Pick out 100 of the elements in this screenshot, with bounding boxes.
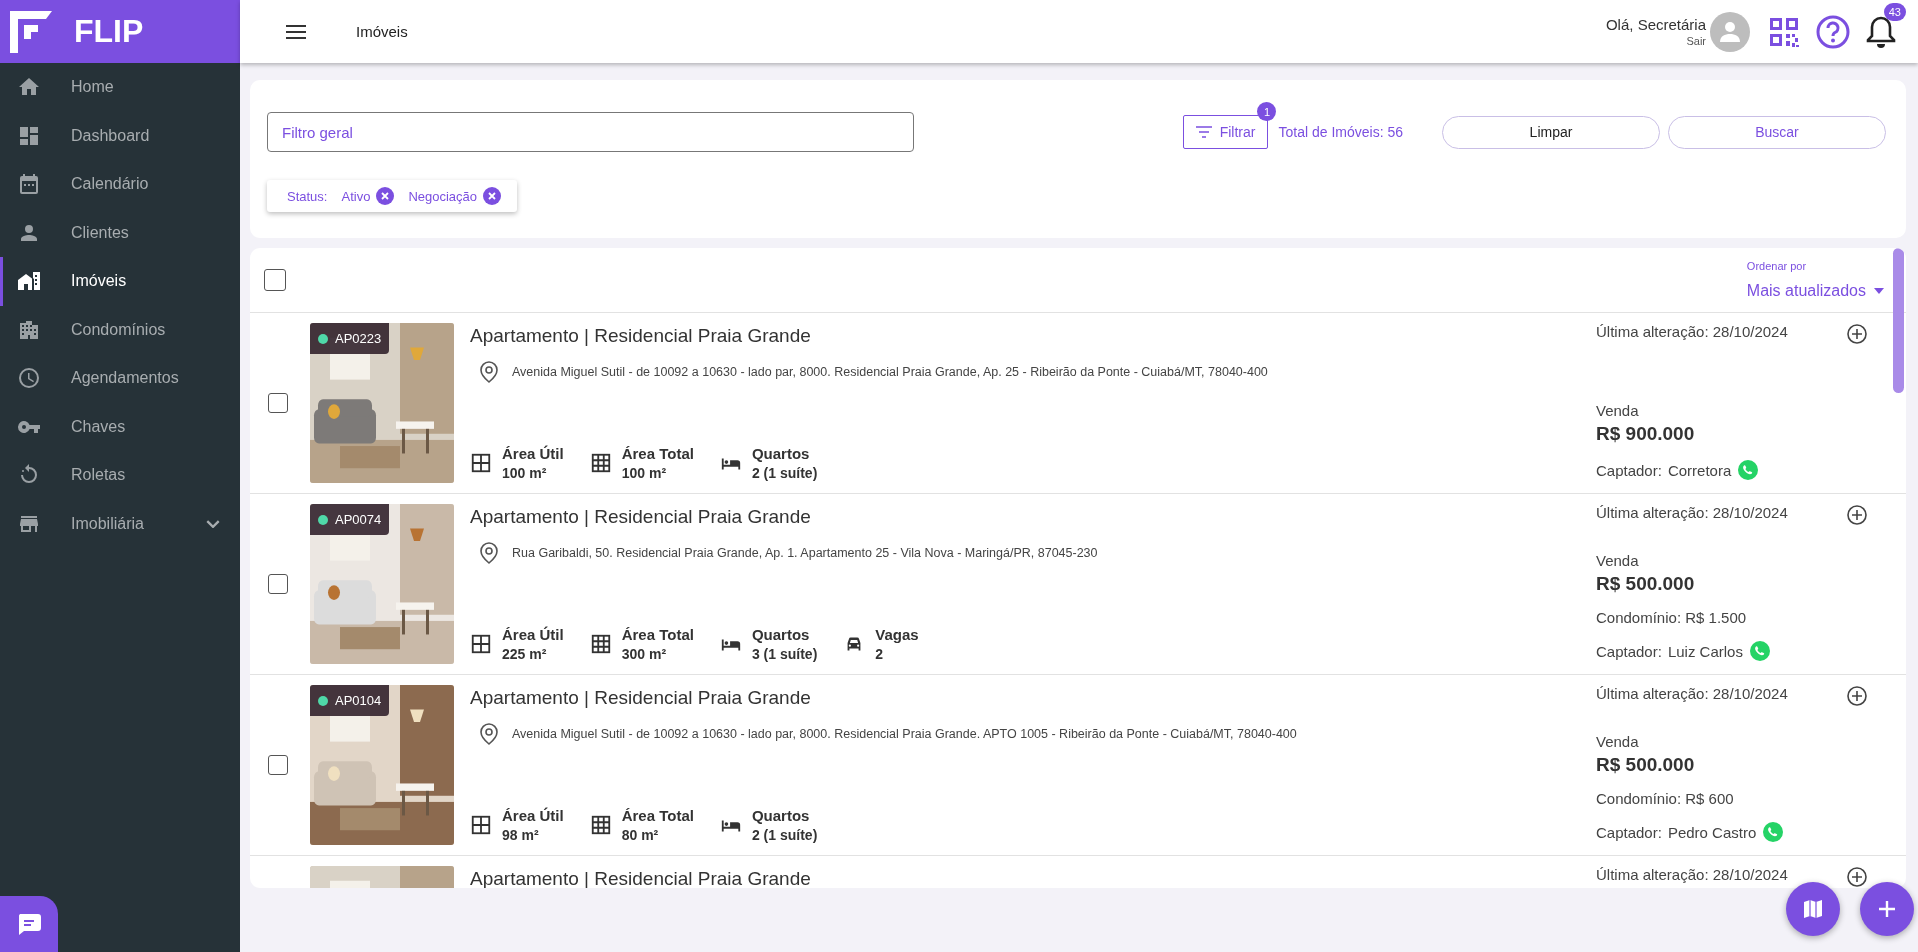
logout-link[interactable]: Sair xyxy=(1686,35,1706,47)
add-circle-icon[interactable] xyxy=(1846,323,1868,345)
status-dot xyxy=(318,333,328,344)
code-badge: AP0223 xyxy=(310,323,390,354)
search-button[interactable]: Buscar xyxy=(1668,115,1886,149)
menu-button[interactable] xyxy=(286,24,306,39)
feature-label: Área Útil xyxy=(502,626,564,643)
checkbox[interactable] xyxy=(268,755,288,775)
feature-value: 225 m² xyxy=(502,646,548,662)
logo-text: FLIP xyxy=(74,13,144,50)
address: Avenida Miguel Sutil - de 10092 a 10630 - lado par, 8000. Residencial Praia Grande. APTO 1005 - Ribeirão da Ponte - Cuiabá/MT, 78040-400 xyxy=(512,727,1297,741)
feature-label: Quartos xyxy=(751,626,811,643)
agent-label: Captador: xyxy=(1596,642,1662,660)
agent-label: Captador: xyxy=(1596,823,1662,841)
grid-icon xyxy=(589,452,612,474)
location-pin-icon xyxy=(480,542,498,564)
filter-button[interactable]: Filtrar xyxy=(1182,115,1269,149)
location-pin-icon xyxy=(480,723,498,745)
sidebar-item[interactable]: Imobiliária xyxy=(0,499,240,548)
feature-value: 300 m² xyxy=(621,646,668,662)
property-title: Apartamento | Residencial Praia Grande xyxy=(470,325,812,347)
plus-icon xyxy=(1878,900,1896,918)
sidebar-item[interactable]: Imóveis xyxy=(0,257,240,306)
calendar-icon xyxy=(17,172,41,197)
last-updated: Última alteração: 28/10/2024 xyxy=(1596,866,1789,883)
address: Rua Garibaldi, 50. Residencial Praia Grande, Ap. 1. Apartamento 25 - Vila Nova - Maringá/PR, 87045-230 xyxy=(512,546,1098,560)
grid-icon xyxy=(470,633,492,655)
filter-icon xyxy=(1195,126,1212,138)
close-icon xyxy=(488,192,497,200)
feature-value: 98 m² xyxy=(502,827,540,843)
checkbox[interactable] xyxy=(268,393,288,413)
sidebar-item[interactable]: Agendamentos xyxy=(0,354,240,403)
feature-label: Vagas xyxy=(875,626,919,643)
chip-label: Negociação xyxy=(408,188,478,204)
feature-label: Área Total xyxy=(621,807,694,824)
chat-icon xyxy=(16,912,42,936)
sidebar-item[interactable]: Condomínios xyxy=(0,305,240,354)
status-dot xyxy=(318,514,328,525)
qr-code-icon xyxy=(1768,15,1800,48)
deal-type: Venda xyxy=(1596,552,1640,569)
add-circle-icon[interactable] xyxy=(1846,685,1868,707)
page-title: Imóveis xyxy=(356,23,409,40)
sidebar-item[interactable]: Dashboard xyxy=(0,111,240,160)
qr-code-button[interactable] xyxy=(1768,15,1800,48)
clock-icon xyxy=(17,366,41,391)
scrollbar-thumb[interactable] xyxy=(1893,248,1904,393)
checkbox[interactable] xyxy=(268,574,288,594)
sidebar-item[interactable]: Roletas xyxy=(0,451,240,500)
remove-chip-button[interactable] xyxy=(483,187,502,205)
last-updated: Última alteração: 28/10/2024 xyxy=(1596,504,1789,521)
add-circle-icon[interactable] xyxy=(1846,504,1868,526)
agent-label: Captador: xyxy=(1596,461,1662,479)
feature-value: 2 (1 suíte) xyxy=(751,465,818,481)
property-title: Apartamento | Residencial Praia Grande xyxy=(470,687,812,709)
chip-label: Ativo xyxy=(341,188,371,204)
remove-chip-button[interactable] xyxy=(376,187,395,205)
deal-type: Venda xyxy=(1596,402,1640,419)
price: R$ 500.000 xyxy=(1596,573,1696,595)
search-field[interactable]: Filtro geral xyxy=(267,112,914,152)
menu-icon xyxy=(286,24,306,39)
notification-badge: 43 xyxy=(1883,2,1906,21)
grid-icon xyxy=(470,814,492,836)
help-icon xyxy=(1816,14,1850,49)
feature-value: 2 (1 suíte) xyxy=(751,827,818,843)
feature-label: Quartos xyxy=(751,807,811,824)
agent-name: Corretora xyxy=(1667,461,1732,479)
sidebar-item[interactable]: Home xyxy=(0,63,240,112)
feature-value: 100 m² xyxy=(502,465,548,481)
bell-icon xyxy=(1866,14,1896,49)
feature-value: 3 (1 suíte) xyxy=(751,646,818,662)
status-dot xyxy=(318,695,328,706)
price: R$ 500.000 xyxy=(1596,754,1696,776)
code-badge: AP0074 xyxy=(310,504,390,535)
grid-icon xyxy=(589,814,612,836)
select-all-checkbox[interactable] xyxy=(264,269,286,291)
last-updated: Última alteração: 28/10/2024 xyxy=(1596,685,1789,702)
sidebar-item[interactable]: Clientes xyxy=(0,208,240,257)
clear-button[interactable]: Limpar xyxy=(1442,115,1660,149)
agent-name: Luiz Carlos xyxy=(1667,642,1743,660)
sort-dropdown[interactable]: Mais atualizados xyxy=(1746,282,1884,300)
sidebar-item[interactable]: Chaves xyxy=(0,402,240,451)
map-button[interactable] xyxy=(1786,882,1840,936)
add-circle-icon[interactable] xyxy=(1846,866,1868,888)
sidebar-item[interactable]: Calendário xyxy=(0,160,240,209)
feature-label: Área Útil xyxy=(502,807,564,824)
total-count: Total de Imóveis: 56 xyxy=(1278,124,1403,140)
greeting: Olá, Secretária xyxy=(1605,16,1706,33)
deal-type: Venda xyxy=(1596,733,1640,750)
grid-icon xyxy=(470,452,492,474)
notifications-button[interactable] xyxy=(1866,14,1896,49)
filter-count-badge: 1 xyxy=(1257,102,1277,121)
feature-value: 80 m² xyxy=(621,827,660,843)
help-button[interactable] xyxy=(1816,14,1850,49)
feature-label: Área Total xyxy=(621,626,694,643)
add-button[interactable] xyxy=(1860,882,1914,936)
person-icon xyxy=(1718,19,1742,44)
address: Avenida Miguel Sutil - de 10092 a 10630 - lado par, 8000. Residencial Praia Grande, Ap. 25 - Ribeirão da Ponte - Cuiabá/MT, 78040-400 xyxy=(512,365,1268,379)
chat-button[interactable] xyxy=(0,896,58,952)
last-updated: Última alteração: 28/10/2024 xyxy=(1596,323,1789,340)
chips-label: Status: xyxy=(287,188,328,204)
